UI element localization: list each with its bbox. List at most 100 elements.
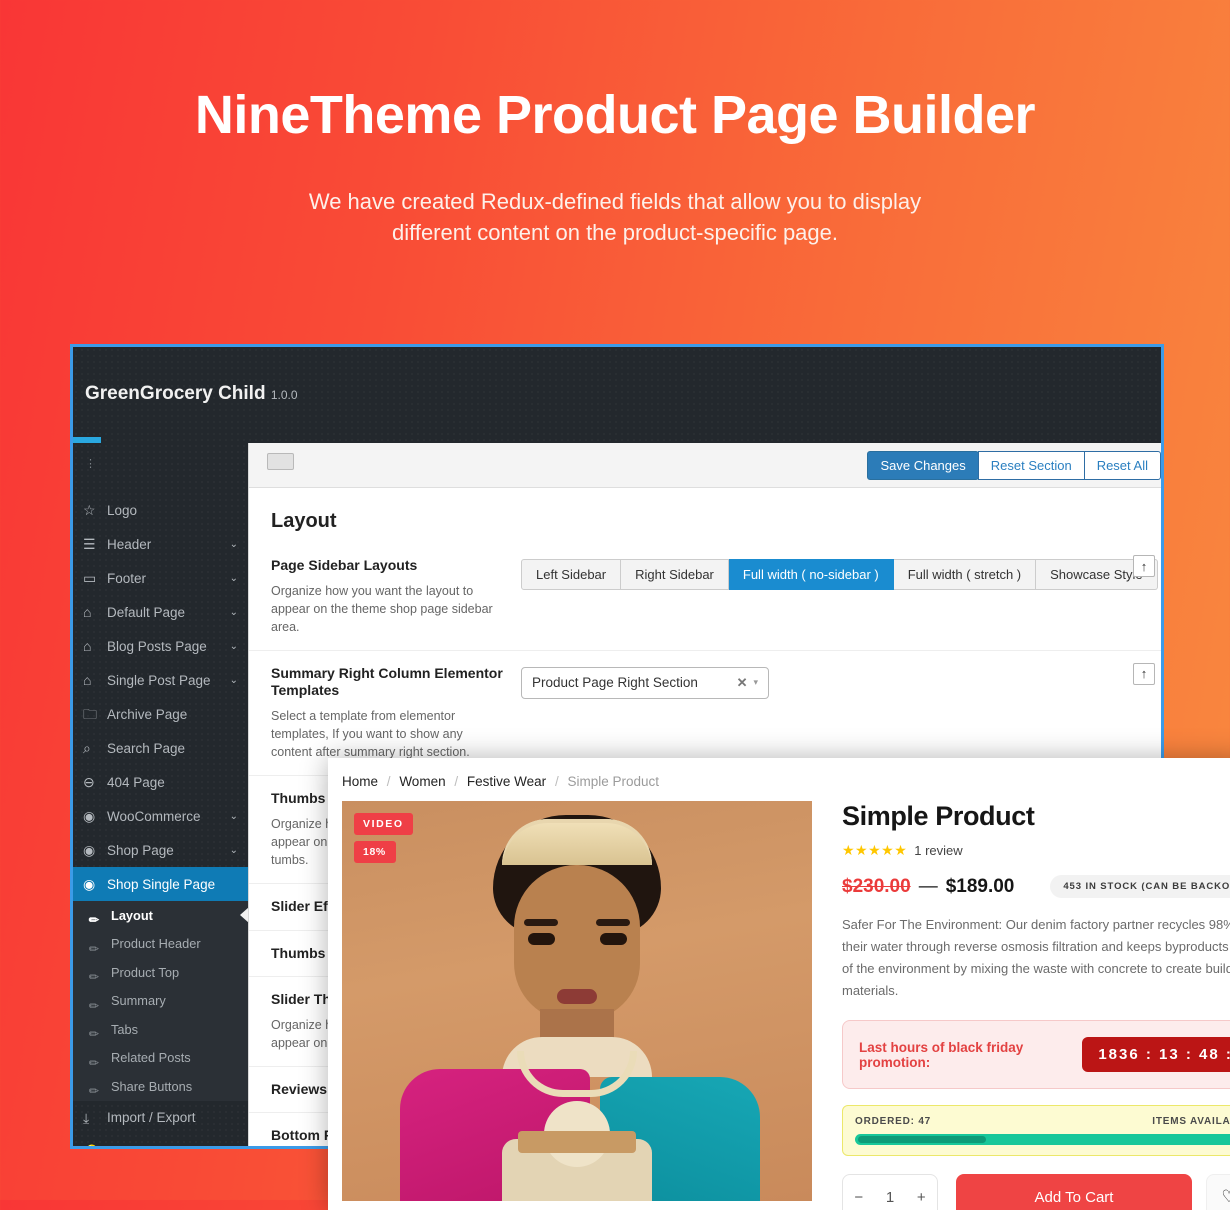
quantity-decrement-button[interactable]: − [854,1189,863,1206]
sidebar-subitem-related-posts[interactable]: ✎ Related Posts [73,1044,248,1073]
sidebar-item-import-export[interactable]: ⤓ Import / Export [73,1101,248,1135]
sidebar-subitem-share-buttons[interactable]: ✎ Share Buttons [73,1072,248,1101]
ordered-labels: ORDERED: 47 ITEMS AVAILABLE: 453 [855,1116,1230,1127]
quantity-stepper[interactable]: − 1 + [842,1174,938,1210]
sidebar-item-footer[interactable]: ▭ Footer ⌄ [73,561,248,595]
breadcrumb-home[interactable]: Home [342,774,378,789]
quantity-increment-button[interactable]: + [917,1189,926,1206]
video-badge: VIDEO [354,813,413,835]
sidebar-item-woocommerce[interactable]: ◉ WooCommerce ⌄ [73,799,248,833]
star-icon: ☆ [83,502,96,518]
ordered-progress-box: ORDERED: 47 ITEMS AVAILABLE: 453 [842,1105,1230,1157]
sidebar-subitem-label: Tabs [111,1021,139,1037]
chevron-down-icon: ⌄ [229,572,238,584]
sidebar-subitem-summary[interactable]: ✎ Summary [73,987,248,1016]
close-icon[interactable]: ✕ [737,675,748,691]
field-label: Summary Right Column Elementor Templates… [271,665,521,761]
product-image[interactable]: VIDEO 18% [342,801,812,1201]
breadcrumb: Home / Women / Festive Wear / Simple Pro… [328,758,1230,789]
price-separator: — [918,875,938,897]
breadcrumb-women[interactable]: Women [399,774,445,789]
sidebar-item-label: WooCommerce [107,808,201,824]
segmented-control-sidebar-layouts: Left Sidebar Right Sidebar Full width ( … [521,559,1158,590]
chevron-down-icon: ⌄ [229,606,238,618]
sidebar-item-label: Shop Single Page [107,876,216,892]
promotion-label: Last hours of black friday promotion: [859,1039,1024,1070]
folder-icon: 🗀 [83,706,97,722]
reset-section-button[interactable]: Reset Section [977,450,1085,480]
quantity-value[interactable]: 1 [886,1189,894,1206]
price-current: $189.00 [945,875,1015,897]
field-description: Organize how you want the layout to appe… [271,583,493,634]
rating-stars-icon: ★★★★★ [842,842,908,858]
chevron-down-icon: ⌄ [229,844,238,856]
pencil-icon: ✎ [85,1082,103,1100]
field-page-sidebar-layouts: Page Sidebar Layouts Organize how you wa… [249,543,1161,651]
sidebar-item-logo[interactable]: ☆ Logo [73,493,248,527]
sidebar-subitem-tabs[interactable]: ✎ Tabs [73,1015,248,1044]
save-changes-button[interactable]: Save Changes [867,450,979,480]
sidebar-subitem-label: Related Posts [111,1050,191,1066]
elementor-template-select[interactable]: Product Page Right Section ✕ ▾ [521,666,769,699]
review-count[interactable]: 1 review [914,843,962,858]
search-icon: ⌕ [83,740,91,756]
sidebar-item-label: Blog Posts Page [107,638,207,654]
sidebar-subitem-product-header[interactable]: ✎ Product Header [73,930,248,959]
product-price-row: $230.00 — $189.00 453 IN STOCK (CAN BE B… [842,875,1230,898]
ordered-count: ORDERED: 47 [855,1116,932,1128]
download-icon: ⤓ [83,1109,90,1126]
chevron-down-icon: ⌄ [229,640,238,652]
sidebar-item-single-post-page[interactable]: ⌂ Single Post Page ⌄ [73,663,248,697]
product-rating: ★★★★★ 1 review [842,842,1230,859]
sidebar-item-default-page[interactable]: ⌂ Default Page ⌄ [73,595,248,629]
panel-section-title: Layout [271,510,337,532]
model-headpiece [502,819,652,865]
minus-circle-icon: ⊖ [83,774,95,790]
segment-full-width-no-sidebar[interactable]: Full width ( no-sidebar ) [728,559,894,590]
sidebar-subitem-layout[interactable]: ✎ Layout [73,901,249,930]
breadcrumb-festive-wear[interactable]: Festive Wear [467,774,546,789]
product-badges: VIDEO 18% [354,813,413,869]
segment-full-width-stretch[interactable]: Full width ( stretch ) [893,559,1037,590]
sidebar-item-404-page[interactable]: ⊖ 404 Page [73,765,248,799]
menu-icon: ☰ [83,536,96,552]
arrow-up-icon[interactable]: ↑ [1133,555,1155,577]
panel-tab-stub[interactable] [267,453,294,470]
breadcrumb-separator: / [454,774,459,789]
progress-bar [855,1134,1230,1146]
sidebar-subitem-label: Layout [111,907,153,923]
heart-icon[interactable]: ♡ [1206,1174,1230,1210]
sidebar-item-label: Footer [107,570,147,586]
sidebar-item-search-page[interactable]: ⌕ Search Page [73,731,248,765]
add-to-cart-button[interactable]: Add To Cart [956,1174,1192,1210]
sidebar-subitem-product-top[interactable]: ✎ Product Top [73,958,248,987]
sidebar-item-label: Support [107,1144,238,1146]
cart-icon: ◉ [83,876,96,892]
segment-right-sidebar[interactable]: Right Sidebar [621,559,729,590]
sidebar-subitem-label: Summary [111,993,166,1009]
model-brow-right [596,919,630,926]
model-brow-left [524,919,558,926]
chevron-down-icon: ▾ [753,677,758,688]
sidebar-item-support[interactable]: 💡 Support [73,1135,248,1146]
product-description: Safer For The Environment: Our denim fac… [842,917,1230,999]
model-eye-left [528,933,555,945]
sidebar-item-shop-page[interactable]: ◉ Shop Page ⌄ [73,833,248,867]
sidebar-item-blog-posts-page[interactable]: ⌂ Blog Posts Page ⌄ [73,629,248,663]
chevron-down-icon: ⌄ [229,810,238,822]
promotion-banner: Last hours of black friday promotion: 18… [842,1020,1230,1090]
reset-all-button[interactable]: Reset All [1083,450,1161,480]
arrow-up-icon[interactable]: ↑ [1133,662,1155,685]
segment-left-sidebar[interactable]: Left Sidebar [521,559,622,590]
hero-subtitle: We have created Redux-defined fields tha… [0,142,1230,248]
select-value: Product Page Right Section [532,675,698,691]
cart-icon: ◉ [83,808,96,824]
home-icon: ⌂ [83,638,92,654]
sidebar-subitem-label: Product Top [111,964,180,980]
sidebar-item-label: Logo [107,502,138,518]
product-preview-card: Home / Women / Festive Wear / Simple Pro… [328,758,1230,1210]
sidebar-item-shop-single-page[interactable]: ◉ Shop Single Page [73,867,248,901]
sidebar-item-header[interactable]: ☰ Header ⌄ [73,527,248,561]
admin-brand-version: 1.0.0 [270,388,298,402]
sidebar-item-archive-page[interactable]: 🗀 Archive Page [73,697,248,731]
